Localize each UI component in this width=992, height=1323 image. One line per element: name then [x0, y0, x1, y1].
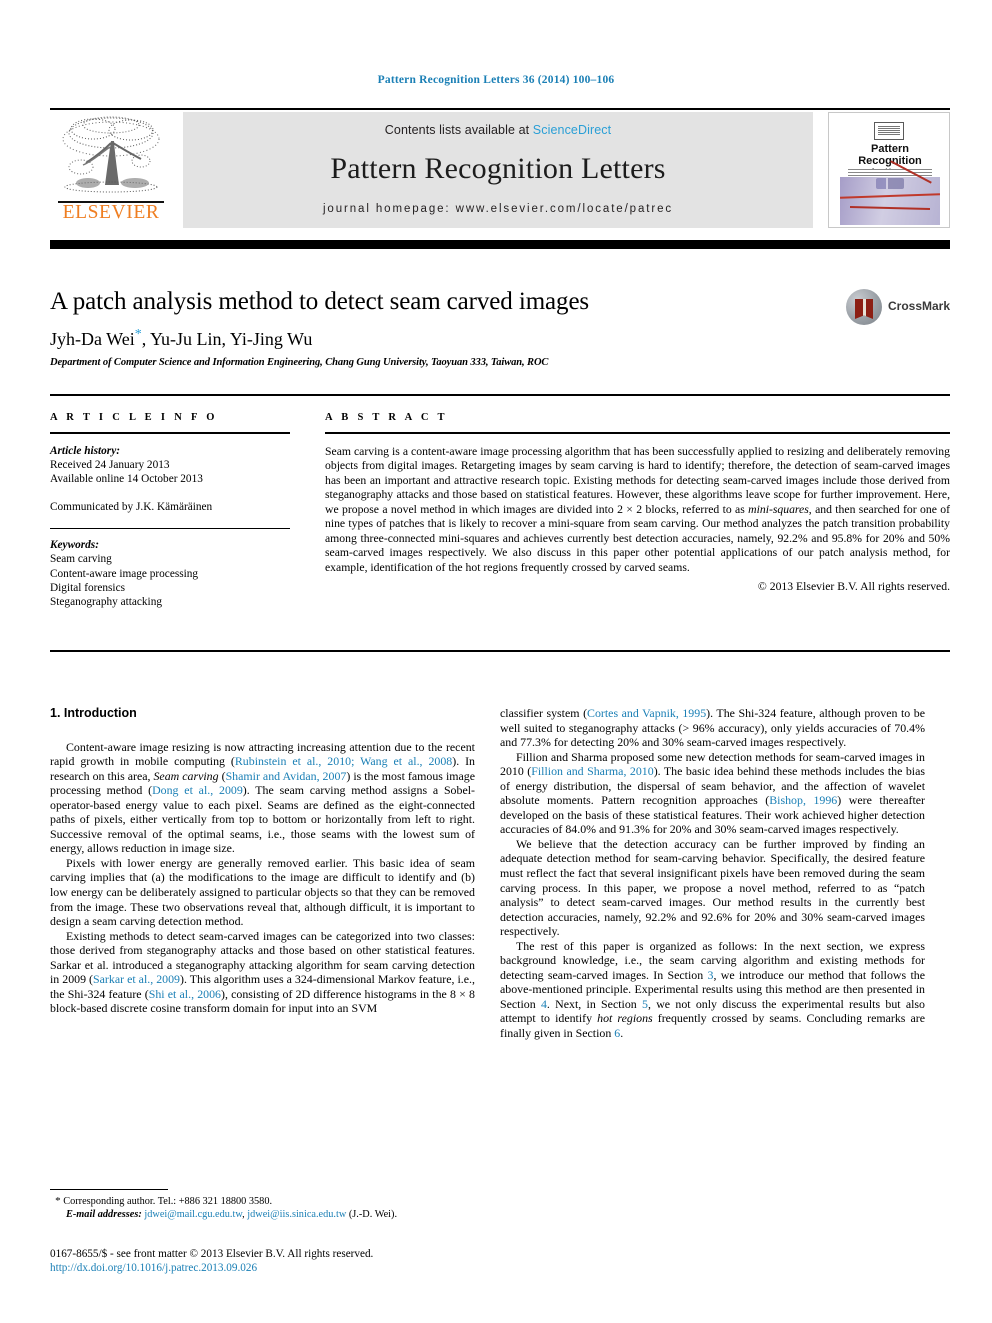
email-link-2[interactable]: jdwei@iis.sinica.edu.tw — [247, 1209, 346, 1220]
journal-cover-thumbnail: Pattern Recognition Letters — [828, 112, 950, 228]
elsevier-logo: ELSEVIER — [50, 112, 172, 228]
abstract-heading: A B S T R A C T — [325, 412, 448, 423]
keywords-list: Keywords: Seam carving Content-aware ima… — [50, 538, 290, 609]
keyword-item: Steganography attacking — [50, 596, 162, 609]
issn-copyright-line: 0167-8655/$ - see front matter © 2013 El… — [50, 1248, 374, 1260]
authors-rest: , Yu-Ju Lin, Yi-Jing Wu — [141, 329, 313, 349]
doi-link[interactable]: http://dx.doi.org/10.1016/j.patrec.2013.… — [50, 1261, 550, 1275]
running-head: Pattern Recognition Letters 36 (2014) 10… — [377, 74, 615, 86]
paragraph: Content-aware image resizing is now attr… — [50, 740, 475, 856]
info-section-top-rule — [50, 394, 950, 396]
text-run: . — [620, 1026, 624, 1041]
keywords-label: Keywords: — [50, 539, 99, 552]
text-run: classifier system ( — [500, 706, 588, 720]
article-history: Article history: Received 24 January 201… — [50, 444, 290, 515]
paragraph: We believe that the detection accuracy c… — [500, 836, 925, 939]
text-run: ( — [218, 768, 226, 783]
citation-link[interactable]: Shamir and Avidan, 2007 — [226, 769, 347, 783]
section-heading-introduction: 1. Introduction — [50, 706, 137, 720]
footnote-block: * Corresponding author. Tel.: +886 321 1… — [50, 1195, 475, 1221]
corresponding-author-marker[interactable]: * — [135, 327, 142, 342]
paragraph: classifier system (Cortes and Vapnik, 19… — [500, 706, 925, 750]
crossmark-circle-icon — [846, 289, 882, 325]
article-info-rule — [50, 432, 290, 434]
text-italic: hot regions — [597, 1011, 653, 1026]
sciencedirect-link[interactable]: ScienceDirect — [533, 123, 611, 137]
journal-homepage[interactable]: journal homepage: www.elsevier.com/locat… — [183, 203, 813, 215]
cover-title-line1: Pattern Recognition — [858, 143, 922, 167]
citation-link[interactable]: Dong et al., 2009 — [152, 783, 243, 797]
citation-link[interactable]: Cortes and Vapnik, 1995 — [587, 706, 706, 720]
masthead-bottom-bar — [50, 240, 950, 249]
contents-prefix: Contents lists available at — [384, 123, 533, 137]
author-list: Jyh-Da Wei*, Yu-Ju Lin, Yi-Jing Wu — [50, 327, 810, 350]
author-first: Jyh-Da Wei — [50, 329, 135, 349]
received-date: Received 24 January 2013 — [50, 458, 170, 471]
citation-link[interactable]: Fillion and Sharma, 2010 — [531, 764, 653, 778]
masthead-top-rule — [50, 108, 950, 110]
keyword-item: Content-aware image processing — [50, 567, 199, 580]
footnote-corresponding: * Corresponding author. Tel.: +886 321 1… — [50, 1195, 475, 1208]
email-addresses-label: E-mail addresses: — [66, 1209, 142, 1220]
body-column-right: classifier system (Cortes and Vapnik, 19… — [500, 706, 925, 1041]
communicated-by: Communicated by J.K. Kämäräinen — [50, 501, 213, 514]
keywords-rule — [50, 527, 290, 530]
keyword-item: Digital forensics — [50, 582, 125, 595]
footnote-emails: E-mail addresses: jdwei@mail.cgu.edu.tw,… — [50, 1208, 475, 1221]
abstract-bottom-rule — [50, 650, 950, 652]
paragraph: Pixels with lower energy are generally r… — [50, 855, 475, 929]
article-info-column: A R T I C L E I N F O Article history: R… — [50, 412, 290, 610]
imprint-block: 0167-8655/$ - see front matter © 2013 El… — [50, 1247, 550, 1275]
affiliation: Department of Computer Science and Infor… — [50, 357, 549, 368]
footnote-rule — [50, 1189, 168, 1190]
journal-title: Pattern Recognition Letters — [330, 152, 666, 185]
paragraph: Fillion and Sharma proposed some new det… — [500, 750, 925, 837]
paragraph: The rest of this paper is organized as f… — [500, 939, 925, 1041]
article-history-label: Article history: — [50, 444, 120, 457]
journal-banner: Contents lists available at ScienceDirec… — [183, 112, 813, 228]
abstract-rule — [325, 432, 950, 434]
email-suffix: (J.-D. Wei). — [346, 1209, 398, 1220]
keyword-item: Seam carving — [50, 553, 112, 566]
abstract-copyright: © 2013 Elsevier B.V. All rights reserved… — [757, 580, 950, 593]
elsevier-wordmark: ELSEVIER — [62, 202, 160, 223]
text-italic: Seam carving — [153, 768, 219, 783]
crossmark-badge[interactable]: CrossMark — [846, 287, 950, 327]
cover-artwork — [840, 160, 940, 225]
contents-line: Contents lists available at ScienceDirec… — [183, 123, 813, 137]
crossmark-book-icon — [855, 299, 873, 319]
journal-masthead: ELSEVIER Contents lists available at Sci… — [50, 112, 950, 228]
abstract-text: Seam carving is a content-aware image pr… — [325, 445, 950, 576]
abstract-column: A B S T R A C T Seam carving is a conten… — [325, 412, 950, 593]
citation-link[interactable]: Bishop, 1996 — [769, 793, 837, 807]
keywords-block: Keywords: Seam carving Content-aware ima… — [50, 527, 290, 610]
paragraph: Existing methods to detect seam-carved i… — [50, 929, 475, 1016]
email-link-1[interactable]: jdwei@mail.cgu.edu.tw — [144, 1209, 242, 1220]
crossmark-label: CrossMark — [888, 299, 951, 313]
cover-inner: Pattern Recognition Letters — [840, 118, 940, 225]
page-title: A patch analysis method to detect seam c… — [50, 288, 590, 315]
citation-link[interactable]: Shi et al., 2006 — [149, 987, 221, 1001]
text-run: . Next, in Section — [546, 996, 643, 1011]
article-info-heading: A R T I C L E I N F O — [50, 412, 218, 423]
available-online-date: Available online 14 October 2013 — [50, 473, 203, 486]
body-column-left: 1. Introduction Content-aware image resi… — [50, 706, 475, 1016]
cover-publisher-icon — [874, 122, 904, 140]
elsevier-tree-icon — [53, 113, 169, 203]
abstract-italic-minisquares: mini-squares — [748, 502, 809, 516]
citation-link[interactable]: Rubinstein et al., 2010; Wang et al., 20… — [235, 754, 452, 768]
footnote-corresponding-text: Corresponding author. Tel.: +886 321 188… — [60, 1196, 273, 1207]
paper-page: Pattern Recognition Letters 36 (2014) 10… — [0, 0, 992, 1323]
citation-link[interactable]: Sarkar et al., 2009 — [93, 972, 180, 986]
